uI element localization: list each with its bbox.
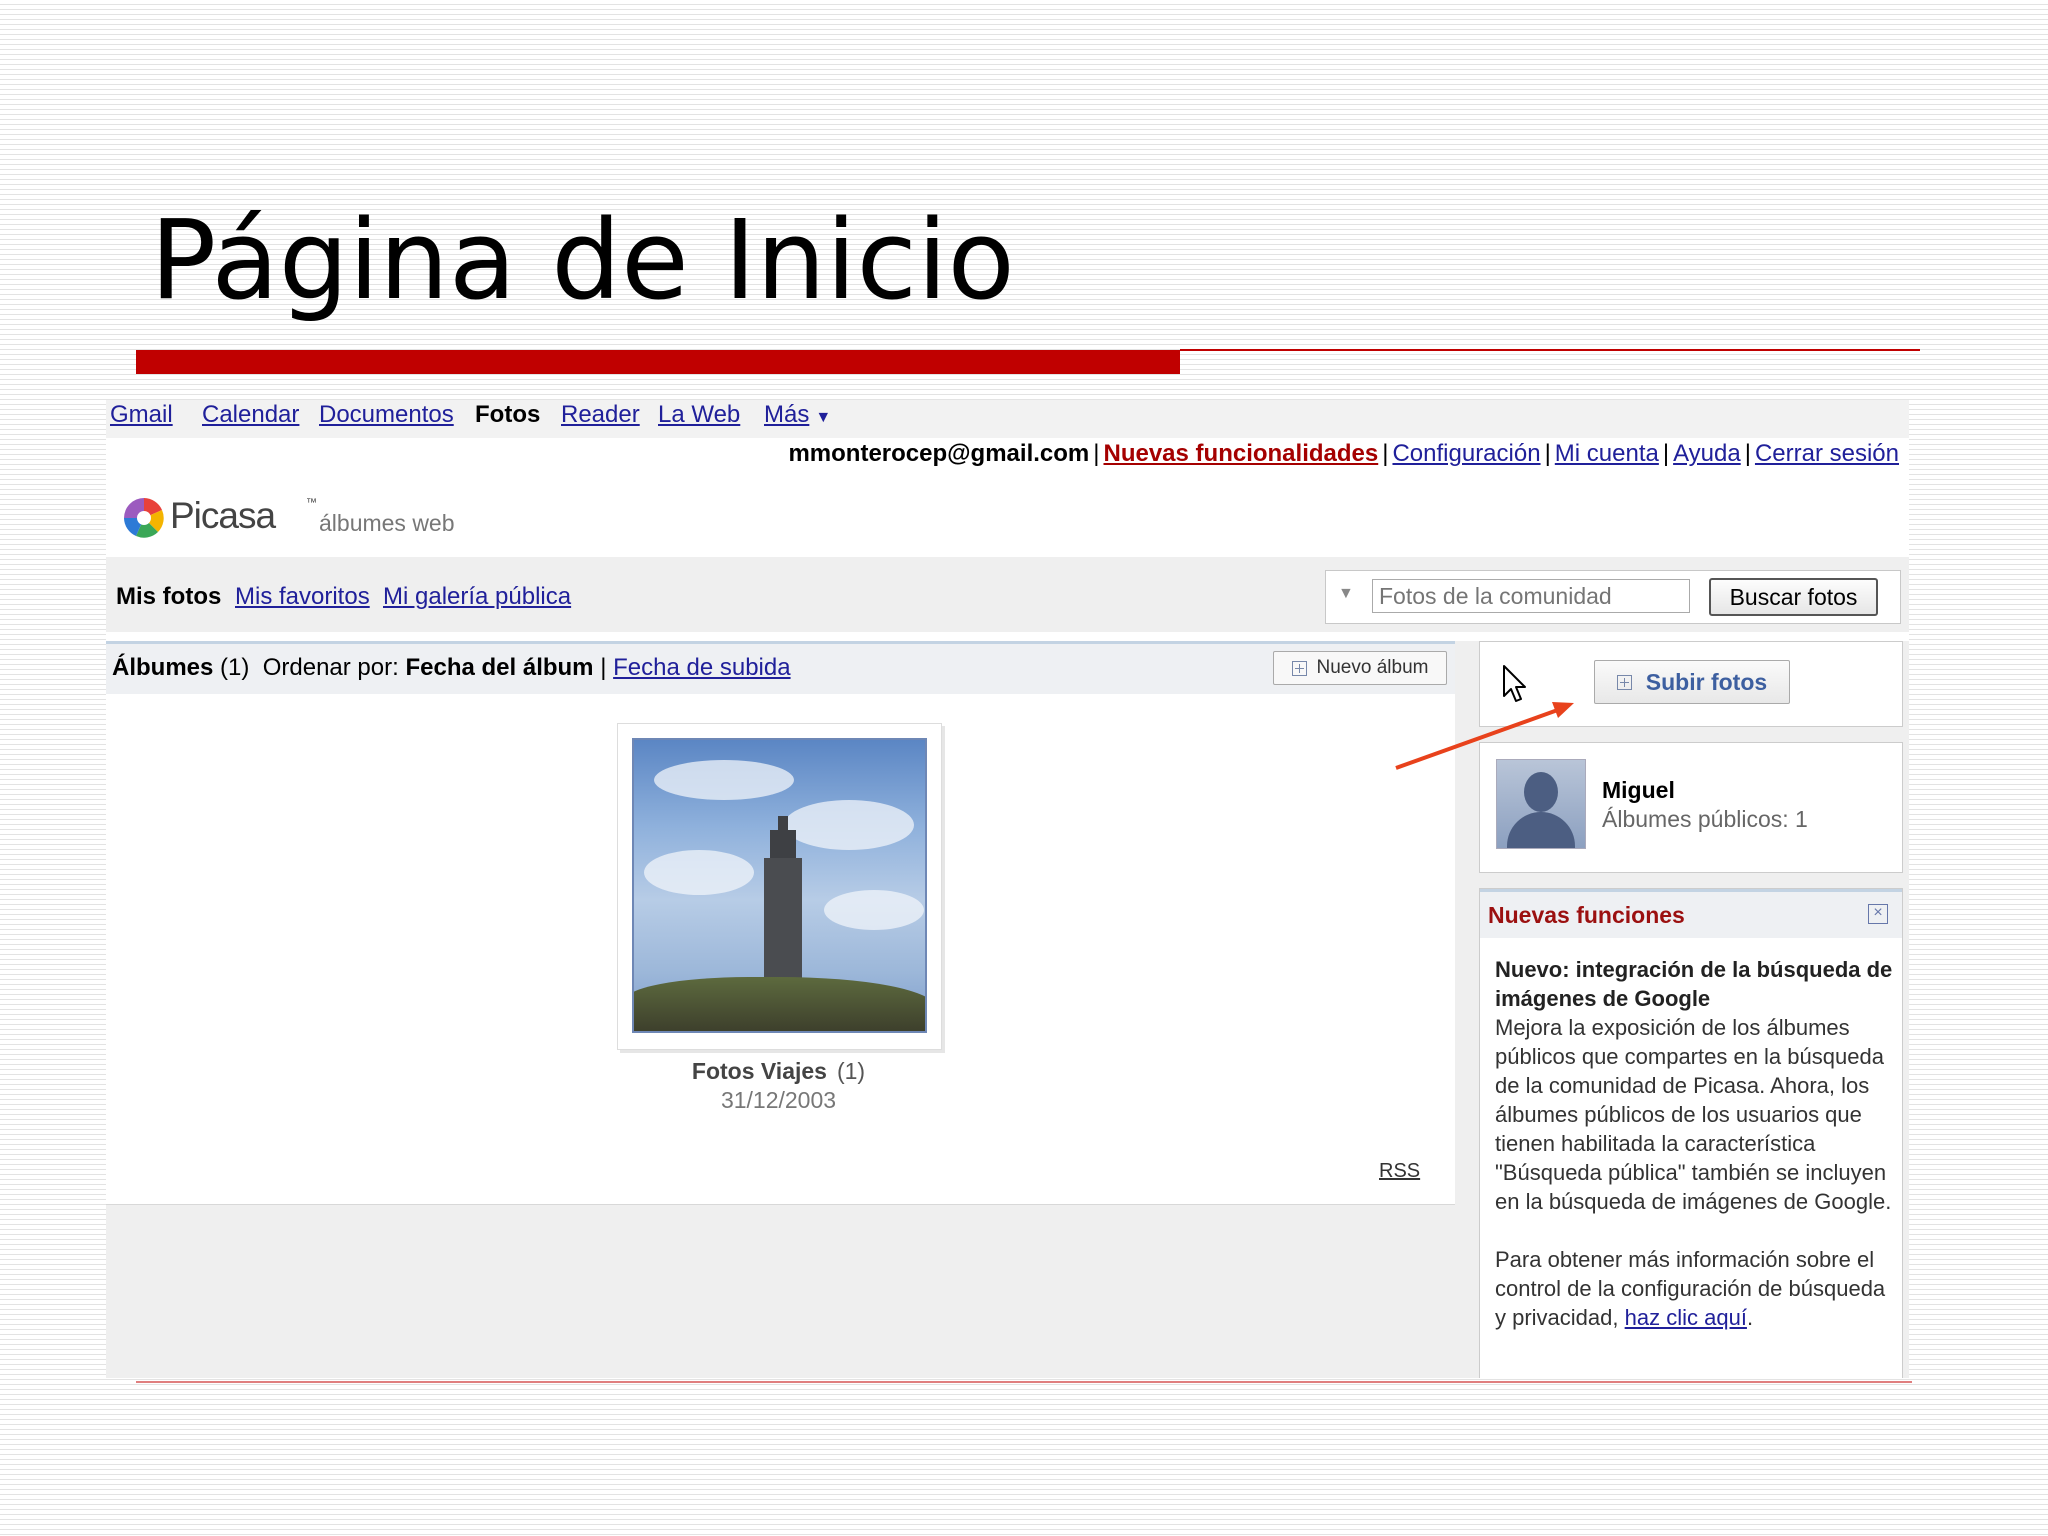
user-bar: mmonterocep@gmail.com | Nuevas funcionalid…: [788, 440, 1899, 467]
nav-mis-fotos: Mis fotos: [116, 583, 222, 610]
new-features-header: Nuevas funciones ×: [1480, 889, 1902, 938]
help-link[interactable]: Ayuda: [1673, 440, 1741, 467]
gbar-fotos: Fotos: [475, 401, 541, 428]
picasa-screenshot: Gmail Calendar Documentos Fotos Reader L…: [106, 400, 1909, 1378]
user-name[interactable]: Miguel: [1602, 777, 1675, 804]
albums-toolbar: Álbumes (1) Ordenar por: Fecha del álbum…: [106, 641, 1455, 694]
album-title[interactable]: Fotos Viajes: [692, 1058, 827, 1084]
nav-galeria-publica[interactable]: Mi galería pública: [383, 583, 571, 611]
add-icon: [1291, 660, 1307, 676]
sort-label: Ordenar por:: [262, 654, 399, 681]
settings-link[interactable]: Configuración: [1392, 440, 1540, 467]
gbar-mas[interactable]: Más ▼: [764, 401, 831, 429]
chevron-down-icon: ▼: [815, 409, 832, 426]
sidebar: Subir fotos Miguel Álbumes públicos: 1 N…: [1455, 641, 1909, 1378]
album-photo-count: (1): [836, 1058, 866, 1084]
gbar-documentos[interactable]: Documentos: [319, 401, 454, 429]
new-features-body: Nuevo: integración de la búsqueda de imá…: [1495, 957, 1893, 1330]
gbar-la-web[interactable]: La Web: [658, 401, 740, 429]
album-thumbnail-frame[interactable]: [617, 723, 942, 1050]
close-icon[interactable]: ×: [1868, 904, 1888, 924]
new-features-title: Nuevas funciones: [1488, 902, 1685, 928]
albums-label: Álbumes: [112, 654, 214, 681]
new-features-heading: Nuevo: integración de la búsqueda de imá…: [1495, 957, 1893, 1011]
user-email: mmonterocep@gmail.com: [788, 440, 1090, 467]
signout-link[interactable]: Cerrar sesión: [1755, 440, 1899, 467]
photos-nav: Mis fotos Mis favoritos Mi galería públi…: [106, 557, 1909, 632]
upload-icon: [1616, 674, 1632, 690]
album-date: 31/12/2003: [720, 1087, 837, 1113]
albums-count: (1): [220, 654, 250, 681]
gbar-mas-label[interactable]: Más: [764, 401, 809, 428]
album-caption: Fotos Viajes (1) 31/12/2003: [617, 1058, 940, 1114]
slide-bottom-line: [136, 1381, 1912, 1383]
click-here-link[interactable]: haz clic aquí: [1625, 1305, 1747, 1330]
gbar-reader[interactable]: Reader: [561, 401, 640, 429]
new-album-label: Nuevo álbum: [1316, 657, 1429, 678]
new-album-button[interactable]: Nuevo álbum: [1273, 651, 1447, 685]
gbar-calendar[interactable]: Calendar: [202, 401, 299, 429]
sort-by-upload-link[interactable]: Fecha de subida: [613, 654, 790, 681]
logo-tm: ™: [306, 497, 317, 509]
album-cover-photo[interactable]: [632, 738, 927, 1033]
user-card: Miguel Álbumes públicos: 1: [1479, 742, 1903, 873]
mouse-cursor-icon: [1503, 665, 1526, 702]
picasa-pinwheel-icon: [124, 498, 164, 538]
gbar-gmail[interactable]: Gmail: [110, 401, 173, 429]
title-underline-thick: [136, 350, 1180, 374]
user-public-albums: Álbumes públicos: 1: [1602, 806, 1808, 832]
albums-grid: Fotos Viajes (1) 31/12/2003 RSS: [106, 694, 1455, 1204]
title-underline-thin: [1180, 349, 1920, 351]
search-options-dropdown-icon[interactable]: ▼: [1338, 585, 1354, 603]
content-footer: [106, 1204, 1455, 1378]
slide-title: Página de Inicio: [150, 196, 1015, 324]
search-photos-button[interactable]: Buscar fotos: [1709, 578, 1878, 616]
nav-mis-favoritos[interactable]: Mis favoritos: [235, 583, 370, 611]
new-features-box: Nuevas funciones × Nuevo: integración de…: [1479, 888, 1903, 1378]
upload-photos-button[interactable]: Subir fotos: [1594, 660, 1790, 704]
account-link[interactable]: Mi cuenta: [1555, 440, 1659, 467]
avatar[interactable]: [1496, 759, 1586, 849]
upload-box: Subir fotos: [1479, 641, 1903, 727]
upload-photos-label: Subir fotos: [1645, 668, 1768, 695]
logo-subtitle: álbumes web: [319, 510, 455, 536]
logo-text: Picasa: [170, 495, 276, 536]
community-search: ▼ Buscar fotos: [1325, 570, 1901, 624]
google-bar: Gmail Calendar Documentos Fotos Reader L…: [106, 400, 1909, 438]
sort-active: Fecha del álbum: [405, 654, 594, 681]
new-features-link[interactable]: Nuevas funcionalidades: [1103, 440, 1378, 467]
community-search-input[interactable]: [1372, 579, 1690, 613]
rss-link[interactable]: RSS: [1379, 1160, 1420, 1183]
new-features-text: Mejora la exposición de los álbumes públ…: [1495, 1015, 1892, 1214]
